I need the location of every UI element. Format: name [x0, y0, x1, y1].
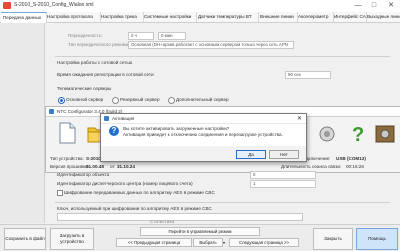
help-icon[interactable]: ? [346, 121, 368, 146]
cell-section-title: Настройка работы с сотовой сетью [57, 60, 133, 65]
close-window-button[interactable]: ✕ [383, 0, 399, 12]
server-mode-label: Тип периодического режима: [68, 42, 130, 47]
extra-server-label: Дополнительный сервер [176, 97, 229, 102]
dialog-app-icon [104, 116, 109, 121]
goto-managed-mode-button[interactable]: Перейти в управляемый режим [140, 227, 260, 236]
chevron-down-icon: ▾ [223, 240, 226, 245]
new-file-icon[interactable] [56, 121, 78, 145]
next-page-button[interactable]: Следующая страница >> [229, 238, 299, 247]
wait-registration-field[interactable]: 90 сек [285, 71, 331, 79]
firmware-value: 01.00.48 [86, 164, 104, 169]
load-to-device-button[interactable]: Загрузить в устройство [50, 228, 94, 250]
object-id-label: Идентификатор объекта [57, 172, 110, 177]
firmware-label: Версия прошивки: [50, 164, 89, 169]
session-duration-value: 00:16:26 [346, 164, 364, 169]
choose-select[interactable]: Выбрать [193, 238, 223, 247]
close-button[interactable]: Закрыть [313, 228, 353, 250]
tab-track-settings[interactable]: Настройка трека [99, 12, 144, 22]
question-icon: ? [109, 126, 119, 136]
firmware-date-value: 31.10.24 [117, 164, 135, 169]
tab-protocol-settings[interactable]: Настройка протокола [45, 12, 101, 22]
tab-accelerometer[interactable]: Акселерометр [296, 12, 334, 22]
settings-tools-icon[interactable] [374, 121, 396, 145]
dialog-message-line1: Вы хотите активировать загруженные настр… [123, 126, 230, 131]
tab-bar: Передача данных Настройка протокола Наст… [0, 12, 400, 23]
no-button[interactable]: Нет [269, 150, 299, 159]
connection-value: USB (COM13) [336, 156, 366, 161]
extra-server-radio[interactable] [168, 97, 175, 104]
prev-page-button[interactable]: << Предыдущая страница [116, 238, 192, 247]
app-icon [3, 2, 11, 9]
left-panel [0, 23, 45, 223]
dialog-message-line2: Активация приведет к отключению соединен… [123, 132, 283, 137]
tab-temperature-sensors[interactable]: Датчики температуры BT [196, 12, 259, 22]
configurator-logo-icon [49, 109, 54, 114]
yes-button[interactable]: Да [236, 150, 266, 159]
divider [55, 56, 390, 57]
save-to-file-button[interactable]: Сохранить в файл [4, 228, 46, 250]
telematics-section-title: Телематические серверы [57, 86, 112, 91]
aes-cbc-label: Шифрование передаваемых данных по алгори… [64, 190, 215, 195]
object-id-field[interactable]: 0 [250, 171, 316, 179]
session-duration-label: Длительность сеанса связи: [281, 164, 342, 169]
period-label: Периодичность: [68, 33, 103, 38]
activation-dialog: Активация ✕ ? Вы хотите активировать заг… [100, 113, 307, 162]
device-icon[interactable] [316, 121, 338, 145]
backup-server-label: Резервный сервер [120, 97, 160, 102]
window-title: S-2010_S-2010_Config_Wialon.xml [14, 2, 94, 8]
primary-server-radio[interactable] [58, 97, 65, 104]
minimize-button[interactable]: — [350, 0, 366, 12]
device-type-value: S-2010 [86, 156, 101, 161]
tab-can-interface[interactable]: Интерфейс CAN [332, 12, 367, 22]
svg-text:?: ? [352, 124, 364, 145]
dispatcher-id-label: Идентификатор диспетчерского центра (ном… [57, 181, 193, 186]
firmware-date-label: от [110, 164, 115, 169]
dispatcher-id-field[interactable]: 1 [250, 180, 316, 188]
help-button[interactable]: Помощь [356, 228, 398, 250]
wait-registration-label: Время ожидания регистрации в сотовой сет… [57, 72, 154, 77]
aes-cbc-checkbox[interactable] [57, 190, 63, 196]
divider [55, 202, 390, 203]
dialog-title: Активация [112, 116, 135, 121]
dialog-close-button[interactable]: ✕ [297, 115, 302, 122]
bottom-bar: Сохранить в файл Загрузить в устройство … [0, 224, 400, 251]
aes-key-label: Ключ, используемый при шифровании по алг… [57, 206, 212, 211]
tab-system-settings[interactable]: Системные настройки [142, 12, 197, 22]
primary-server-label: Основной сервер [66, 97, 104, 102]
backup-server-radio[interactable] [112, 97, 119, 104]
dialog-header: Активация ✕ [101, 114, 306, 124]
tab-output-lines[interactable]: Выходные линии [365, 12, 400, 22]
server-mode-select[interactable]: Основная (DH+архив работает с основным с… [128, 41, 294, 49]
maximize-button[interactable]: □ [366, 0, 382, 12]
device-type-label: Тип устройства: [50, 156, 84, 161]
period-hours-field[interactable]: 0 ч [128, 32, 154, 40]
tab-data-transfer[interactable]: Передача данных [1, 12, 47, 23]
period-minutes-field[interactable]: 0 мин [158, 32, 186, 40]
tab-external-lines[interactable]: Внешние линии [258, 12, 298, 22]
aes-key-field[interactable] [57, 213, 303, 221]
